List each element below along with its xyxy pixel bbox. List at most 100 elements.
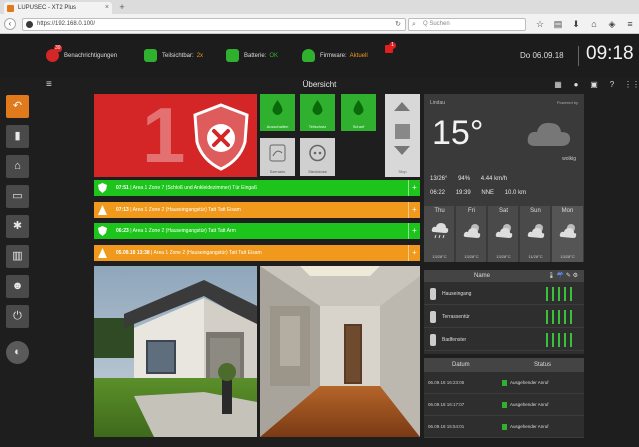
alert-count: 1 [389, 42, 396, 49]
forecast-day[interactable]: Mon 13/28°C [552, 206, 584, 262]
download-icon[interactable]: ⬇ [570, 18, 582, 30]
firmware-status[interactable]: Firmware: Aktuell [302, 48, 368, 64]
browser-tabbar: LUPUSEC - XT2 Plus × + [0, 0, 639, 14]
notifications-label: Benachrichtigungen [64, 53, 118, 59]
event-row[interactable]: 07:13 | Area 1 Zone 2 (Hauseingangstür) … [94, 202, 420, 218]
table-row[interactable]: 06.09.18 16:17:07 Ausgehender Anruf [424, 394, 584, 416]
sidebar-chart-icon[interactable]: ▥ [6, 245, 29, 268]
event-text: | Area 1 Zone 2 (Hauseingangstür) Tatt T… [130, 228, 236, 234]
event-text: | Area 1 Zone 2 (Hauseingangstür) Tatt T… [130, 207, 241, 213]
sensor-table-header: Name 🌡 ☔ ✎ ⚙ [424, 270, 584, 282]
notifications-status[interactable]: 39 Benachrichtigungen [46, 45, 118, 64]
cloud-sun-icon [463, 224, 481, 238]
date-text: Do 06.09.18 [520, 51, 564, 60]
call-log-header: Datum Status [424, 358, 584, 372]
tab-title: LUPUSEC - XT2 Plus [18, 5, 77, 11]
home-icon[interactable]: ⌂ [588, 18, 600, 30]
back-button[interactable]: ‹ [4, 18, 16, 30]
sidebar-power-icon[interactable]: ⏻ [6, 305, 29, 328]
battery-status[interactable]: Batterie: OK [226, 48, 278, 64]
call-log-table: Datum Status 06.09.18 16:23:05 Ausgehend… [424, 358, 584, 438]
house-exterior-photo[interactable] [94, 266, 257, 437]
signal-bars-icon [546, 310, 576, 329]
star-icon[interactable]: ☆ [534, 18, 546, 30]
table-row[interactable]: 06.09.18 16:23:05 Ausgehender Anruf [424, 372, 584, 394]
partial-arm-label: Teilschutz [308, 124, 327, 129]
humidity: 94% [458, 176, 471, 182]
phone-icon [502, 402, 507, 408]
column-date: Datum [452, 362, 470, 368]
arm-button[interactable]: Scharf [341, 94, 376, 131]
shutter-control: Stop [385, 94, 420, 177]
table-row[interactable]: Badfenster [424, 330, 584, 351]
reload-icon[interactable]: ↻ [395, 19, 401, 30]
site-info-icon[interactable] [26, 21, 33, 28]
event-time: 07:51 [116, 185, 129, 191]
table-row[interactable]: Terrassentür [424, 307, 584, 328]
hallway-interior-photo[interactable] [260, 266, 420, 437]
shutter-stop-button[interactable] [395, 124, 410, 139]
url-bar[interactable]: https://192.168.0.100/ ↻ [22, 18, 406, 31]
event-row[interactable]: 05.09.18 13:38 | Area 1 Zone 2 (Hauseing… [94, 245, 420, 261]
search-input[interactable]: ⌕ Q Suchen [408, 18, 526, 31]
help-icon[interactable]: ? [607, 80, 617, 90]
shield-alarm-icon [193, 103, 249, 171]
sidebar-toggle-icon[interactable]: ◐ [6, 341, 29, 364]
shutter-up-icon[interactable] [394, 102, 410, 111]
weather-widget[interactable]: Lindau Powered by 15° wolkig 13/26° 94% … [424, 94, 584, 262]
forecast-day[interactable]: Fri 13/28°C [456, 206, 487, 262]
sidebar: ↶ ▮ ⌂ ▭ ✱ ▥ ☻ ⏻ ◐ [0, 92, 38, 447]
sunrise: 06:22 [430, 190, 446, 196]
table-row[interactable]: 06.09.18 15:54:01 Ausgehender Anruf [424, 416, 584, 438]
socket-button[interactable]: Steckdose [300, 138, 335, 176]
log-date: 06.09.18 16:17:07 [428, 402, 465, 407]
disarm-label: Ausschalten [266, 124, 289, 129]
menu-icon[interactable]: ≡ [624, 18, 636, 30]
signal-bars-icon [546, 333, 576, 352]
alert-flag-icon[interactable]: 1 [383, 42, 397, 56]
disarm-button[interactable]: Ausschalten [260, 94, 295, 131]
log-status: Ausgehender Anruf [502, 402, 549, 408]
grid-icon[interactable]: ⋮⋮ [624, 80, 639, 90]
expand-icon[interactable]: + [408, 223, 420, 239]
sidebar-home-icon[interactable]: ↶ [6, 95, 29, 118]
weather-temperature: 15° [432, 114, 484, 152]
lock-icon[interactable]: ▣ [589, 80, 599, 90]
column-status: Status [534, 362, 552, 368]
sidebar-card-icon[interactable]: ▭ [6, 185, 29, 208]
sidebar-gear-icon[interactable]: ✱ [6, 215, 29, 238]
area-number: 1 [142, 94, 186, 177]
chat-icon[interactable]: ● [571, 80, 581, 90]
sensor-name: Hauseingang [442, 291, 472, 297]
scenario-button[interactable]: Szenario [260, 138, 295, 176]
shutter-down-icon[interactable] [394, 146, 410, 155]
expand-icon[interactable]: + [408, 180, 420, 196]
table-row[interactable]: Hauseingang [424, 284, 584, 305]
day-name: Mon [561, 208, 574, 214]
water-drop-icon [272, 100, 283, 115]
sidebar-house-icon[interactable]: ⌂ [6, 155, 29, 178]
arm-label: Scharf [352, 124, 365, 129]
partial-status[interactable]: Teilsichtbar: 2x [144, 48, 203, 64]
close-tab-icon[interactable]: × [105, 2, 109, 14]
browser-tab[interactable]: LUPUSEC - XT2 Plus × [4, 2, 112, 14]
temp-range: 13/26° [430, 176, 448, 182]
shield-addon-icon[interactable]: ◈ [606, 18, 618, 30]
column-icons: 🌡 ☔ ✎ ⚙ [547, 273, 579, 279]
reader-icon[interactable]: ▤ [552, 18, 564, 30]
forecast-day[interactable]: Sat 13/28°C [488, 206, 519, 262]
cloud-sun-icon [527, 224, 545, 238]
expand-icon[interactable]: + [408, 245, 420, 261]
event-row[interactable]: 06:23 | Area 1 Zone 2 (Hauseingangstür) … [94, 223, 420, 239]
forecast-day[interactable]: Thu 13/28°C [424, 206, 455, 262]
partial-arm-button[interactable]: Teilschutz [300, 94, 335, 131]
expand-icon[interactable]: + [408, 202, 420, 218]
new-tab-icon[interactable]: + [116, 2, 128, 13]
event-row[interactable]: 07:51 | Area 1 Zone 7 (Schloß und Anklei… [94, 180, 420, 196]
sidebar-door-sensor-icon[interactable]: ▮ [6, 125, 29, 148]
map-icon[interactable]: ▦ [553, 80, 563, 90]
alarm-area-tile[interactable]: 1 [94, 94, 257, 177]
firmware-label: Firmware: [320, 53, 347, 59]
forecast-day[interactable]: Sun 11/28°C [520, 206, 551, 262]
sidebar-users-icon[interactable]: ☻ [6, 275, 29, 298]
